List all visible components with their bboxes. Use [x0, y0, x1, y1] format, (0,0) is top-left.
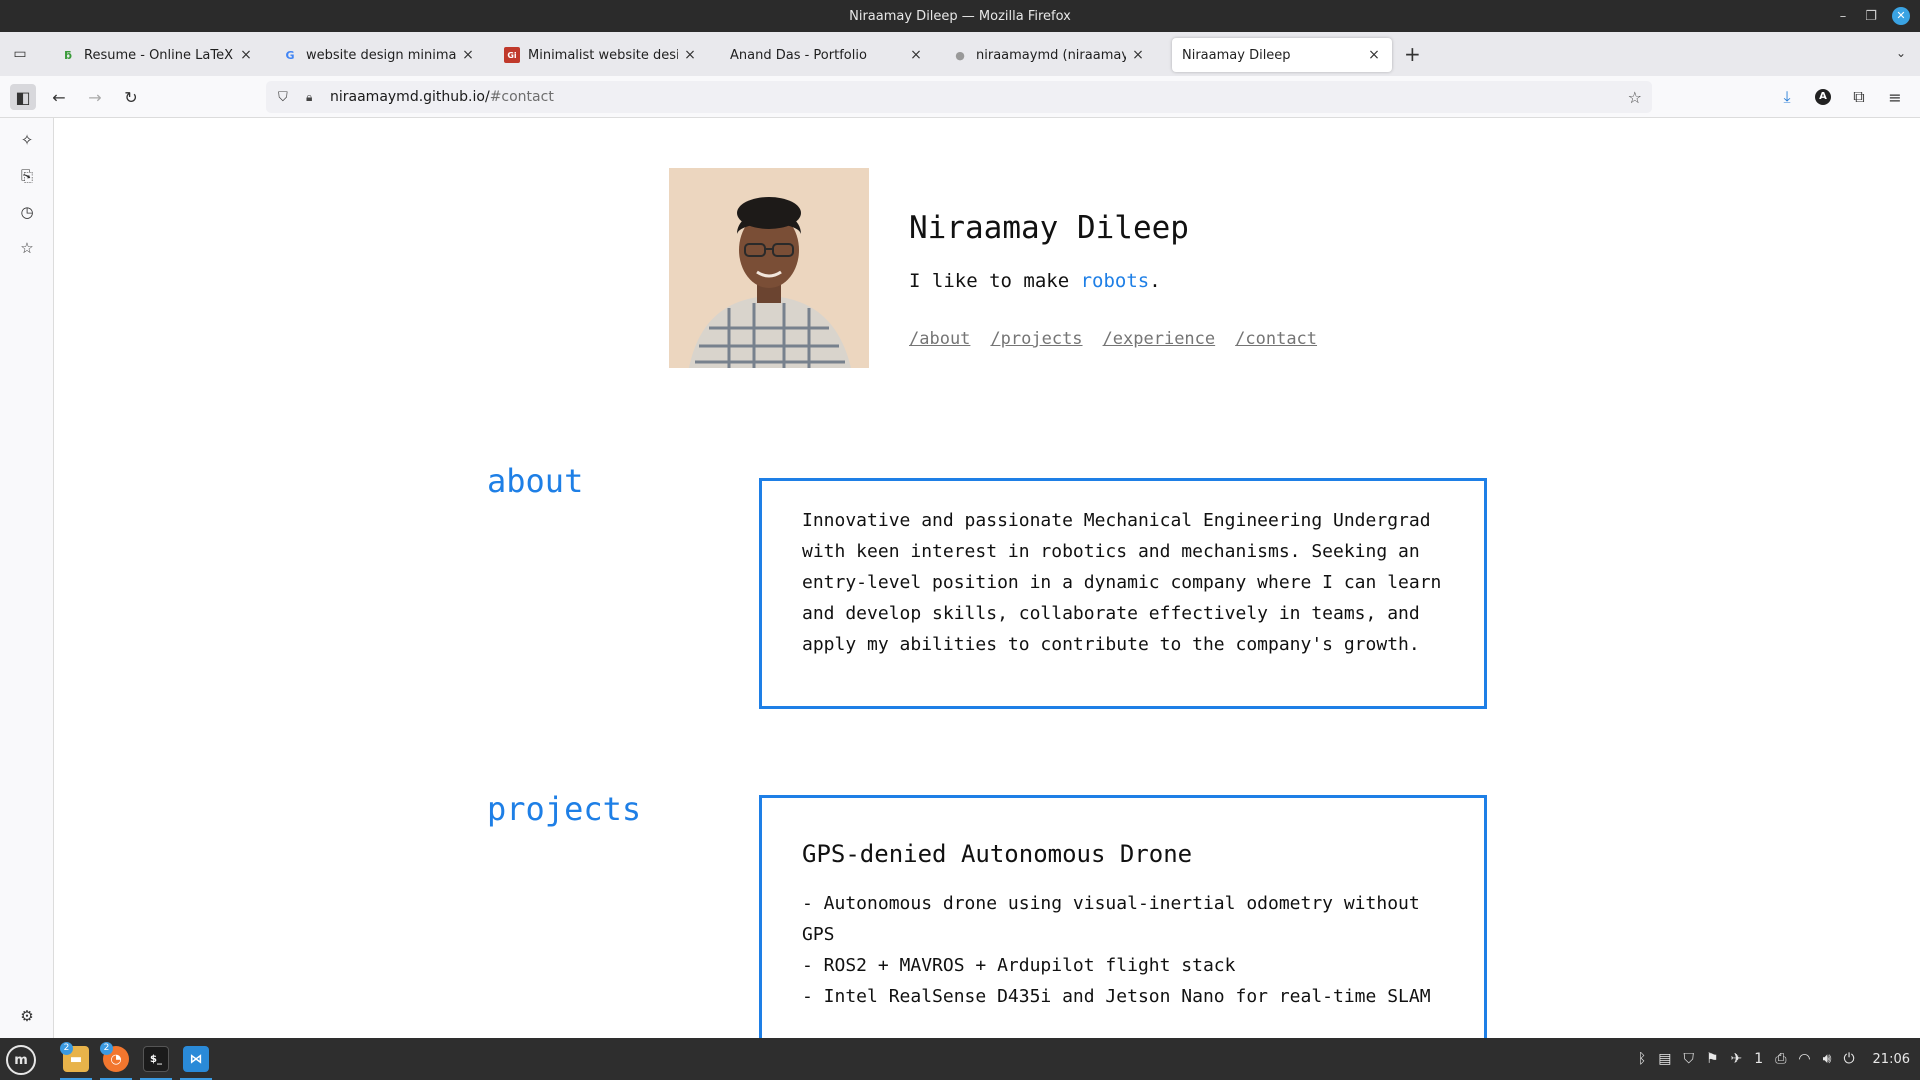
- tab-niraamay-dileep[interactable]: Niraamay Dileep ×: [1172, 38, 1392, 72]
- projects-heading: projects: [487, 790, 642, 828]
- reload-icon[interactable]: ↻: [118, 84, 144, 110]
- shield-tray-icon[interactable]: ⛉: [1683, 1051, 1694, 1067]
- about-card: Innovative and passionate Mechanical Eng…: [759, 478, 1487, 709]
- url-path: #contact: [489, 89, 554, 105]
- close-tab-icon[interactable]: ×: [1130, 47, 1146, 63]
- bluetooth-icon[interactable]: ᛒ: [1638, 1051, 1646, 1067]
- google-icon: G: [285, 48, 295, 62]
- project-card: GPS-denied Autonomous Drone - Autonomous…: [759, 795, 1487, 1038]
- about-text: Innovative and passionate Mechanical Eng…: [802, 510, 1442, 655]
- account-icon[interactable]: A: [1810, 84, 1836, 110]
- tab-anand-portfolio[interactable]: Anand Das - Portfolio ×: [720, 38, 934, 72]
- close-tab-icon[interactable]: ×: [682, 47, 698, 63]
- clipboard-icon[interactable]: ▤: [1658, 1051, 1671, 1067]
- extensions-icon[interactable]: ⧉: [1846, 84, 1872, 110]
- project-title: GPS-denied Autonomous Drone: [802, 840, 1193, 868]
- back-icon[interactable]: ←: [46, 84, 72, 110]
- nav-link-about[interactable]: /about: [909, 329, 970, 349]
- tab-label: Resume - Online LaTeX Edit: [84, 47, 234, 63]
- project-line: - Intel RealSense D435i and Jetson Nano …: [802, 986, 1431, 1007]
- profile-photo: [669, 168, 869, 368]
- tab-label: niraamaymd (niraamaymd) /: [976, 47, 1126, 63]
- window-count-badge: 2: [60, 1042, 73, 1055]
- nav-link-experience[interactable]: /experience: [1103, 329, 1216, 349]
- printer-icon[interactable]: ⎙: [1775, 1051, 1786, 1067]
- project-line: - Autonomous drone using visual-inertial…: [802, 893, 1420, 945]
- synced-tabs-icon[interactable]: ⎘: [15, 164, 39, 188]
- power-icon[interactable]: ⏻: [1843, 1051, 1854, 1067]
- window-title: Niraamay Dileep — Mozilla Firefox: [849, 8, 1071, 24]
- taskbar-vscode[interactable]: ⋈: [178, 1042, 214, 1080]
- tab-google-search[interactable]: G website design minimalistic ×: [272, 38, 486, 72]
- browser-sidebar: ✧ ⎘ ◷ ☆ ⚙: [0, 118, 54, 1038]
- history-icon[interactable]: ◷: [15, 200, 39, 224]
- volume-icon[interactable]: 🔊︎: [1823, 1051, 1832, 1067]
- section-nav: /about /projects /experience /contact: [909, 329, 1317, 349]
- tab-label: website design minimalistic: [306, 47, 456, 63]
- tagline-suffix: .: [1149, 270, 1161, 292]
- url-bar[interactable]: ⛉ 🔒︎ niraamaymd.github.io/#contact ☆: [266, 81, 1652, 113]
- tab-label: Niraamay Dileep: [1182, 47, 1291, 63]
- notifications-icon[interactable]: ✈: [1731, 1051, 1743, 1067]
- vscode-icon: ⋈: [183, 1046, 209, 1072]
- overleaf-icon: ƃ: [64, 48, 72, 62]
- lock-icon[interactable]: 🔒︎: [306, 90, 320, 105]
- downloads-icon[interactable]: ⤓: [1774, 84, 1800, 110]
- nav-link-projects[interactable]: /projects: [990, 329, 1082, 349]
- close-window-icon[interactable]: ✕: [1892, 7, 1910, 25]
- web-page: Niraamay Dileep I like to make robots. /…: [54, 118, 1920, 1038]
- window-count-badge: 2: [100, 1042, 113, 1055]
- list-all-tabs-icon[interactable]: ⌄: [1896, 46, 1906, 60]
- wifi-icon[interactable]: ◠: [1798, 1051, 1810, 1067]
- close-tab-icon[interactable]: ×: [238, 47, 254, 63]
- os-taskbar: m ▬ 2 ◔ 2 $_ ⋈ ᛒ ▤ ⛉ ⚑ ✈ 1 ⎙ ◠ 🔊︎ ⏻ 21:0…: [0, 1038, 1920, 1080]
- project-line: - ROS2 + MAVROS + Ardupilot flight stack: [802, 955, 1236, 976]
- firefox-view-icon[interactable]: ▭: [8, 42, 32, 66]
- update-manager-icon[interactable]: ⚑: [1706, 1051, 1719, 1067]
- taskbar-firefox[interactable]: ◔ 2: [98, 1042, 134, 1080]
- tab-resume-latex[interactable]: ƃ Resume - Online LaTeX Edit ×: [50, 38, 264, 72]
- close-tab-icon[interactable]: ×: [908, 47, 924, 63]
- tagline-prefix: I like to make: [909, 270, 1081, 292]
- navigation-bar: ◧ ← → ↻ ⛉ 🔒︎ niraamaymd.github.io/#conta…: [0, 76, 1920, 118]
- menu-icon[interactable]: ≡: [1882, 84, 1908, 110]
- terminal-icon: $_: [143, 1046, 169, 1072]
- tab-label: Anand Das - Portfolio: [730, 47, 867, 63]
- profile-name: Niraamay Dileep: [909, 210, 1189, 246]
- taskbar-terminal[interactable]: $_: [138, 1042, 174, 1080]
- bookmarks-icon[interactable]: ☆: [15, 236, 39, 260]
- minimize-icon[interactable]: –: [1836, 9, 1850, 24]
- maximize-icon[interactable]: ❐: [1864, 9, 1878, 24]
- forward-icon[interactable]: →: [82, 84, 108, 110]
- about-heading: about: [487, 462, 584, 500]
- url-host: niraamaymd.github.io/: [330, 89, 490, 105]
- project-details: - Autonomous drone using visual-inertial…: [802, 888, 1444, 1012]
- system-tray: ᛒ ▤ ⛉ ⚑ ✈ 1 ⎙ ◠ 🔊︎ ⏻ 21:06: [1638, 1038, 1910, 1080]
- settings-gear-icon[interactable]: ⚙: [15, 1004, 39, 1028]
- ai-chatbot-icon[interactable]: ✧: [15, 128, 39, 152]
- bookmark-star-icon[interactable]: ☆: [1628, 88, 1642, 107]
- tracking-shield-icon[interactable]: ⛉: [278, 90, 294, 105]
- close-tab-icon[interactable]: ×: [460, 47, 476, 63]
- tab-github[interactable]: ● niraamaymd (niraamaymd) / ×: [942, 38, 1156, 72]
- start-menu-icon[interactable]: m: [6, 1045, 36, 1075]
- close-tab-icon[interactable]: ×: [1366, 47, 1382, 63]
- tab-label: Minimalist website design: p: [528, 47, 678, 63]
- tab-strip: ▭ ƃ Resume - Online LaTeX Edit × G websi…: [0, 32, 1920, 76]
- clock[interactable]: 21:06: [1873, 1052, 1910, 1067]
- new-tab-icon[interactable]: +: [1404, 44, 1421, 64]
- profile-photo-image: [669, 168, 869, 368]
- window-titlebar: Niraamay Dileep — Mozilla Firefox – ❐ ✕: [0, 0, 1920, 32]
- nav-link-contact[interactable]: /contact: [1235, 329, 1317, 349]
- taskbar-files[interactable]: ▬ 2: [58, 1042, 94, 1080]
- tab-minimalist-design[interactable]: Gi Minimalist website design: p ×: [494, 38, 708, 72]
- github-icon: ●: [955, 48, 965, 62]
- tagline-highlight: robots: [1080, 270, 1150, 292]
- profile-tagline: I like to make robots.: [909, 270, 1161, 292]
- notification-count: 1: [1754, 1051, 1764, 1067]
- site-icon: Gi: [504, 47, 520, 63]
- sidebar-toggle-icon[interactable]: ◧: [10, 84, 36, 110]
